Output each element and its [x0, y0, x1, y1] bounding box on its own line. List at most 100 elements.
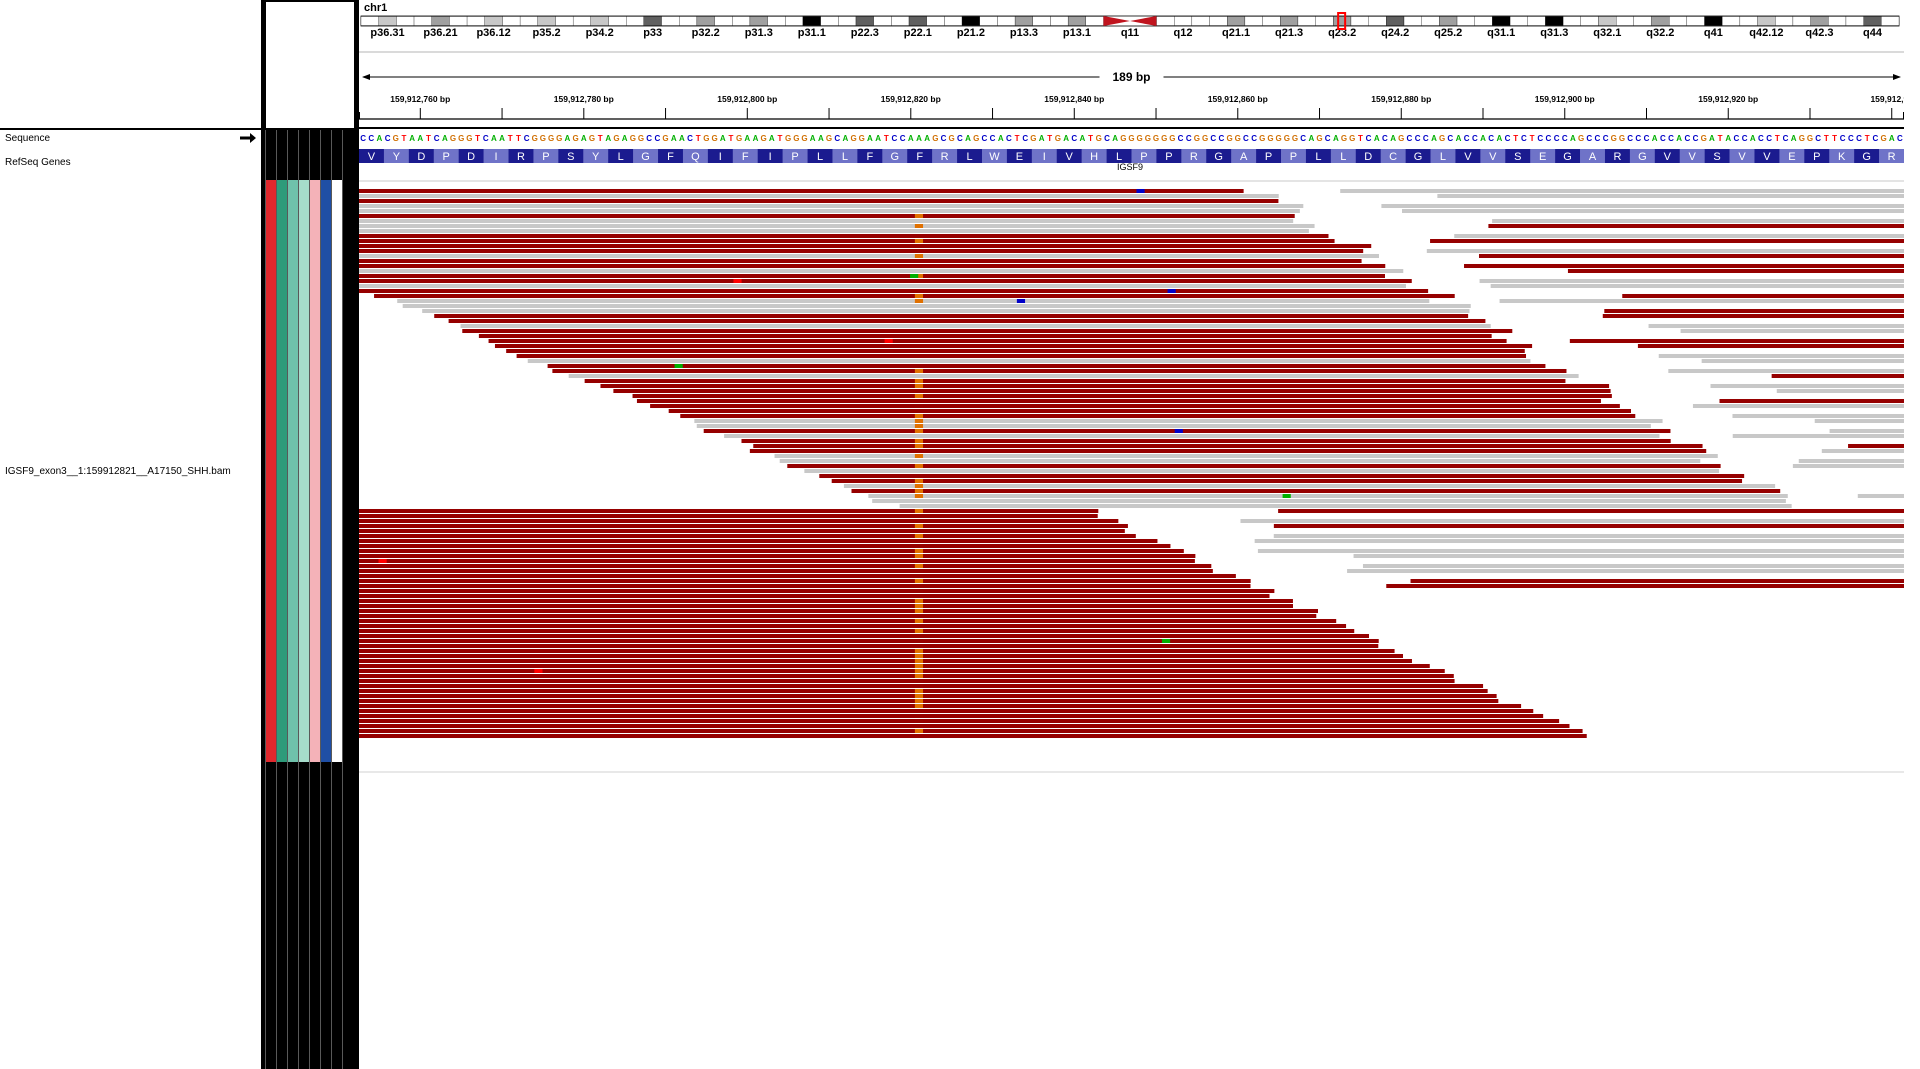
sequence-base: C — [1742, 134, 1748, 143]
sequence-base: A — [1889, 134, 1895, 143]
ideogram-band — [484, 16, 503, 26]
mismatch-base — [914, 394, 924, 398]
aligned-read — [787, 464, 1721, 468]
aligned-read — [636, 399, 1601, 403]
sequence-base: A — [720, 134, 726, 143]
amino-acid-letter: V — [1464, 151, 1472, 163]
aligned-read — [851, 489, 1781, 493]
amino-acid-letter: V — [1689, 151, 1697, 163]
refseq-gene-track[interactable]: VYDPDIRPSYLGFQIFIPLLFGFRLWEIVHLPPRGAPPLL… — [359, 149, 1904, 182]
sequence-base: C — [1521, 134, 1527, 143]
ideogram-band — [1156, 16, 1175, 26]
aligned-read — [899, 504, 1792, 508]
aligned-read — [359, 514, 1098, 518]
sequence-base: C — [1178, 134, 1184, 143]
sequence-base: G — [785, 134, 791, 143]
sequence-base: T — [884, 134, 889, 143]
sequence-base: G — [1145, 134, 1151, 143]
aligned-read — [1567, 269, 1904, 273]
aligned-read — [1776, 389, 1904, 393]
mismatch-base — [914, 454, 924, 458]
ideogram-band — [590, 16, 609, 26]
ruler-tick-label: 159,912,900 bp — [1535, 94, 1595, 104]
ideogram-band — [1775, 16, 1794, 26]
sequence-base: A — [769, 134, 775, 143]
position-ruler[interactable]: 189 bp 159,912,760 bp 159,912,780 bp 159,91… — [359, 51, 1904, 129]
ideogram-band-label: p35.2 — [533, 27, 561, 39]
sequence-base: C — [1300, 134, 1306, 143]
sequence-base: C — [1325, 134, 1331, 143]
sequence-base: A — [867, 134, 873, 143]
aligned-read — [831, 479, 1743, 483]
ideogram-band — [926, 16, 945, 26]
sequence-base: A — [1480, 134, 1486, 143]
ideogram-band — [1792, 16, 1811, 26]
mismatch-base — [914, 604, 924, 608]
sequence-base: G — [589, 134, 595, 143]
ideogram-band-label: p13.1 — [1063, 27, 1091, 39]
attribute-cell — [277, 180, 287, 762]
mismatch-base — [914, 654, 924, 658]
aligned-read — [1499, 299, 1904, 303]
amino-acid-letter: L — [1440, 151, 1446, 163]
amino-acid-letter: I — [495, 151, 498, 163]
sequence-base: A — [753, 134, 759, 143]
aligned-read — [359, 224, 1315, 228]
ideogram-band — [1014, 16, 1033, 26]
chromosome-ideogram[interactable]: p36.31 p36.21 p36.12 p35.2 p34.2 p33 p32.2 p31.… — [360, 12, 1900, 39]
ideogram-band — [1492, 16, 1511, 26]
sequence-base: C — [483, 134, 489, 143]
strand-arrow-icon[interactable] — [240, 133, 256, 143]
aligned-read — [1386, 584, 1904, 588]
sequence-base: G — [761, 134, 767, 143]
ideogram-band — [1191, 16, 1210, 26]
ideogram-band — [1615, 16, 1634, 26]
sequence-base: A — [605, 134, 611, 143]
aligned-read — [552, 369, 1567, 373]
data-panel[interactable]: p36.31 p36.21 p36.12 p35.2 p34.2 p33 p32.2 p31.… — [359, 0, 1904, 1069]
sequence-base: A — [1725, 134, 1731, 143]
sequence-base: C — [941, 134, 947, 143]
ideogram-band — [378, 16, 397, 26]
sequence-base: C — [1766, 134, 1772, 143]
mismatch-base — [914, 224, 924, 228]
sample-attribute-columns[interactable] — [261, 0, 355, 1069]
ideogram-band — [873, 16, 892, 26]
amino-acid-letter: P — [542, 151, 549, 163]
aligned-read — [359, 624, 1347, 628]
amino-acid-letter: Q — [691, 151, 700, 163]
attribute-panel — [261, 0, 355, 1069]
refseq-genes-track-label[interactable]: RefSeq Genes — [5, 157, 71, 168]
ideogram-band-label: q32.1 — [1593, 27, 1621, 39]
amino-acid-letter: P — [1813, 151, 1820, 163]
chromosome-name: chr1 — [364, 2, 388, 14]
aligned-read — [650, 404, 1620, 408]
sequence-base: G — [850, 134, 856, 143]
ideogram-band — [1262, 16, 1281, 26]
alignment-reads[interactable] — [359, 189, 1904, 773]
aligned-read — [359, 734, 1587, 738]
sequence-base: C — [1447, 134, 1453, 143]
aligned-read — [359, 274, 1385, 278]
ruler-tick-label: 159,912,780 bp — [554, 94, 614, 104]
aligned-read — [494, 344, 1533, 348]
attribute-divider — [309, 130, 310, 1069]
aligned-read — [1604, 309, 1904, 313]
ideogram-band — [1227, 16, 1246, 26]
aligned-read — [359, 629, 1355, 633]
amino-acid-letter: I — [769, 151, 772, 163]
aligned-read — [1680, 329, 1904, 333]
ideogram-band — [661, 16, 680, 26]
aligned-read — [359, 589, 1275, 593]
sequence-base: A — [916, 134, 922, 143]
mismatch-base — [1174, 429, 1183, 433]
sequence-track-label[interactable]: Sequence — [5, 133, 50, 144]
ideogram-band — [1881, 16, 1900, 26]
sequence-base: A — [442, 134, 448, 143]
sequence-base: C — [1366, 134, 1372, 143]
amino-acid-letter: V — [1066, 151, 1074, 163]
ideogram-band — [1704, 16, 1723, 26]
alignment-track-label[interactable]: IGSF9_exon3__1:159912821__A17150_SHH.bam — [5, 466, 231, 477]
aligned-read — [359, 584, 1251, 588]
aligned-read — [359, 719, 1560, 723]
